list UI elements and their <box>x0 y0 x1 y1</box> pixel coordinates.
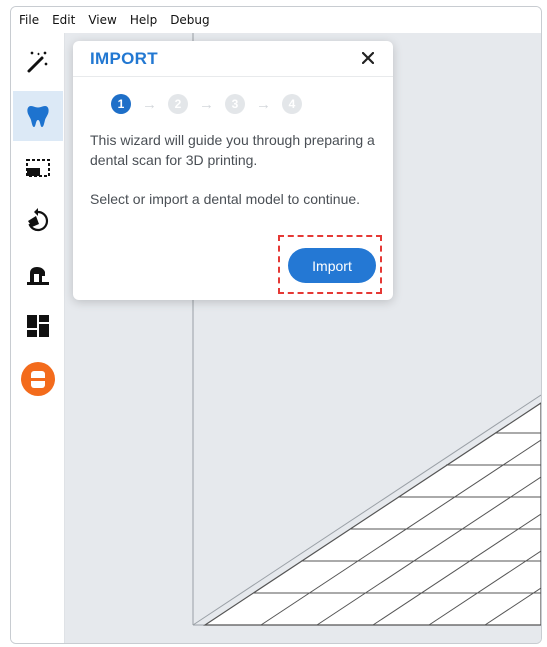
import-button[interactable]: Import <box>288 248 376 283</box>
step-arrow: → <box>199 95 214 113</box>
tool-tooth[interactable] <box>13 91 63 141</box>
wizard-instruction: Select or import a dental model to conti… <box>90 191 361 207</box>
tool-base[interactable] <box>13 249 63 299</box>
rotate-icon <box>28 208 49 232</box>
tool-export[interactable] <box>13 354 63 404</box>
step-arrow: → <box>142 95 157 113</box>
magic-wand-icon <box>27 51 48 73</box>
base-icon <box>27 267 49 285</box>
tool-magic-wand[interactable] <box>13 37 63 87</box>
step-1: 1 <box>111 94 131 114</box>
step-arrow: → <box>256 95 271 113</box>
left-toolbar <box>11 33 65 643</box>
close-button[interactable] <box>360 50 376 66</box>
close-icon <box>362 52 374 64</box>
tool-rotate[interactable] <box>13 196 63 246</box>
step-2: 2 <box>168 94 188 114</box>
layout-icon <box>27 315 49 337</box>
menu-edit[interactable]: Edit <box>52 13 75 27</box>
wizard-description: This wizard will guide you through prepa… <box>90 132 375 168</box>
menu-debug[interactable]: Debug <box>170 13 209 27</box>
menu-help[interactable]: Help <box>130 13 157 27</box>
tooth-icon <box>27 106 49 127</box>
tool-layout[interactable] <box>13 301 63 351</box>
menu-bar: File Edit View Help Debug <box>11 7 541 32</box>
menu-file[interactable]: File <box>19 13 39 27</box>
step-4: 4 <box>282 94 302 114</box>
import-dialog: IMPORT 1 → 2 → 3 → 4 This wizard will gu… <box>73 41 393 300</box>
menu-view[interactable]: View <box>88 13 116 27</box>
title-divider <box>73 76 393 77</box>
wizard-steps: 1 → 2 → 3 → 4 <box>111 94 302 114</box>
crop-icon <box>26 159 50 177</box>
dialog-title: IMPORT <box>90 49 158 68</box>
step-3: 3 <box>225 94 245 114</box>
tool-crop[interactable] <box>13 143 63 193</box>
export-icon <box>21 362 55 396</box>
